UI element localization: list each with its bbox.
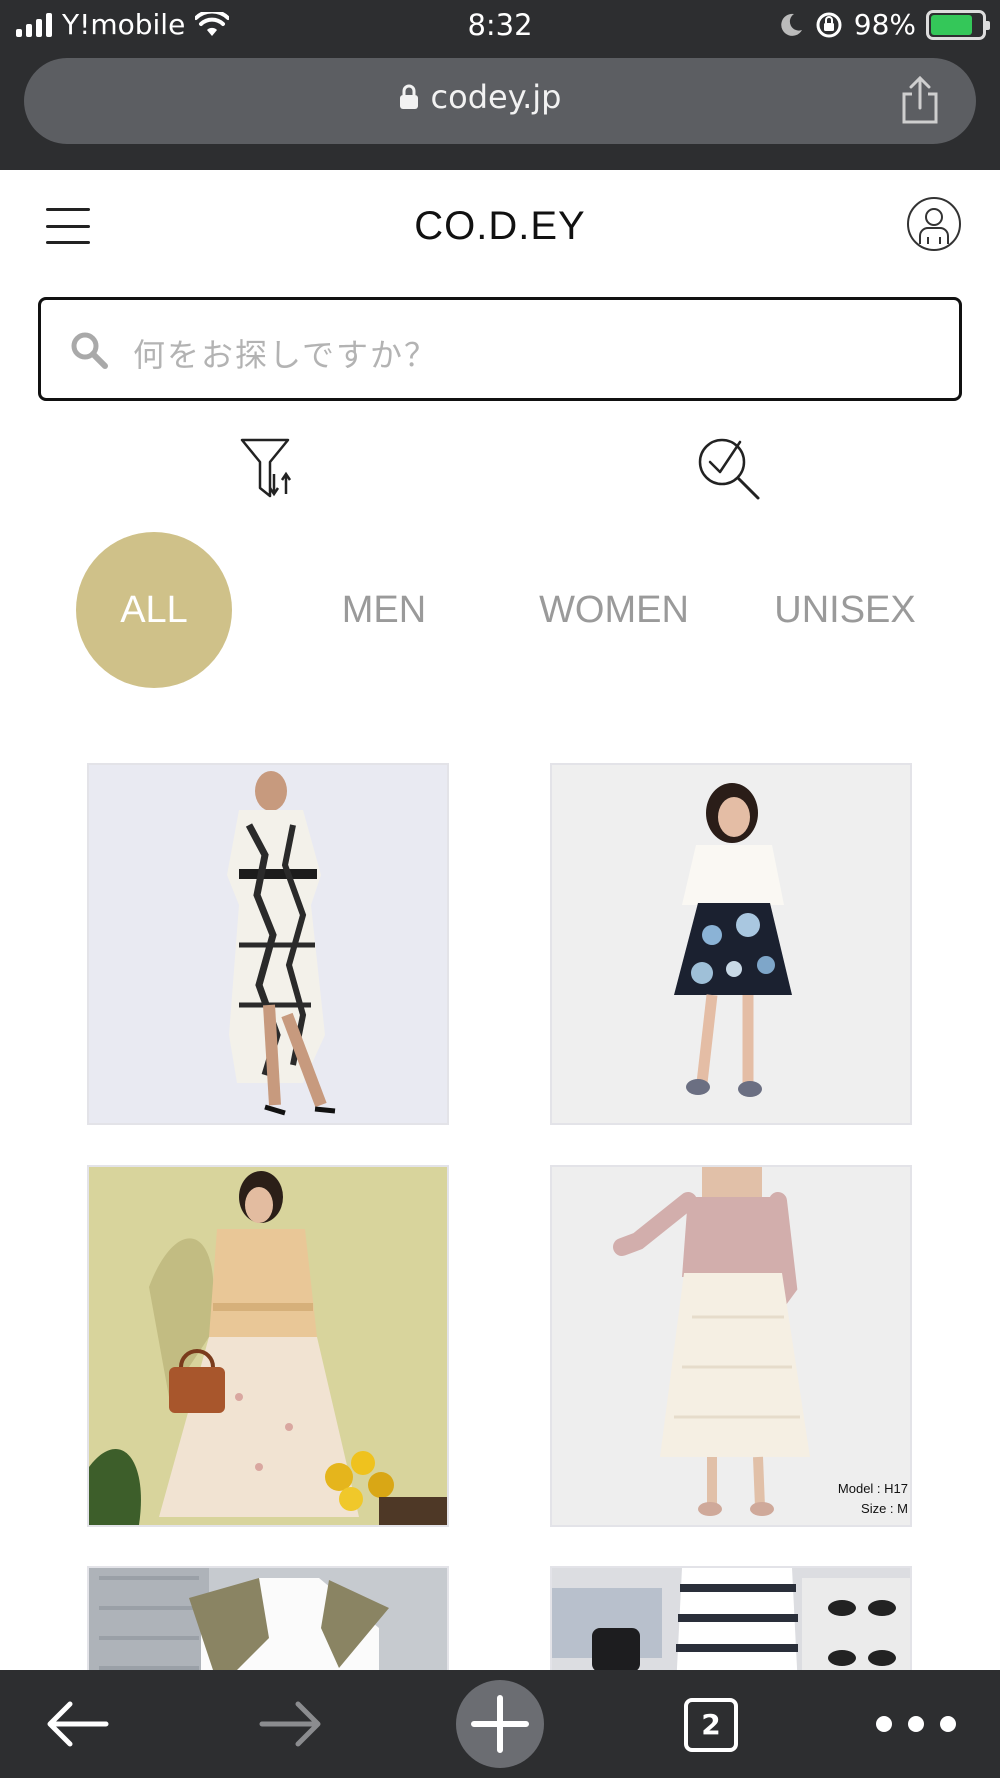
address-bar[interactable]: codey.jp: [24, 58, 976, 144]
product-card[interactable]: Model : H17 Size : M: [550, 1165, 912, 1527]
product-image: [552, 1167, 910, 1525]
product-image: [89, 1167, 447, 1525]
back-arrow-icon[interactable]: [42, 1688, 112, 1760]
browser-toolbar: 2: [0, 1670, 1000, 1778]
tabs-count: 2: [684, 1698, 738, 1752]
search-placeholder: 何をお探しですか？: [133, 336, 439, 374]
more-icon[interactable]: [866, 1688, 966, 1760]
orientation-lock-icon: [816, 12, 842, 37]
browser-top-chrome: Y!mobile 8:32 98% codey.jp: [0, 0, 1000, 170]
tab-women[interactable]: WOMEN: [524, 530, 704, 690]
product-image: [89, 765, 447, 1123]
product-card[interactable]: [550, 763, 912, 1125]
lock-icon: [399, 84, 418, 109]
url-text: codey.jp: [430, 78, 562, 116]
battery-icon: [926, 9, 990, 40]
tab-men[interactable]: MEN: [304, 530, 464, 690]
model-size-note: Size : M: [861, 1501, 908, 1516]
tab-unisex[interactable]: UNISEX: [760, 530, 930, 690]
share-icon[interactable]: [898, 76, 942, 126]
plus-icon: [471, 1695, 529, 1753]
tabs-button[interactable]: 2: [680, 1688, 742, 1760]
battery-percent: 98%: [853, 8, 916, 41]
tab-all[interactable]: ALL: [76, 530, 232, 690]
product-image: [552, 765, 910, 1123]
product-card[interactable]: [87, 1165, 449, 1527]
account-icon[interactable]: [906, 196, 962, 252]
model-height-note: Model : H17: [837, 1481, 908, 1496]
site-header: CO.D.EY: [0, 170, 1000, 282]
filter-sort-icon[interactable]: [234, 436, 306, 502]
search-icon: [71, 332, 108, 369]
brand-logo[interactable]: CO.D.EY: [0, 204, 1000, 249]
saved-search-icon[interactable]: [694, 436, 766, 502]
status-bar: Y!mobile 8:32 98%: [0, 0, 1000, 52]
moon-icon: [781, 13, 802, 36]
new-tab-button[interactable]: [456, 1680, 544, 1768]
product-card[interactable]: [87, 763, 449, 1125]
forward-arrow-icon[interactable]: [256, 1688, 326, 1760]
search-input[interactable]: 何をお探しですか？: [38, 297, 962, 401]
category-tabs: ALL MEN WOMEN UNISEX: [0, 530, 1000, 690]
